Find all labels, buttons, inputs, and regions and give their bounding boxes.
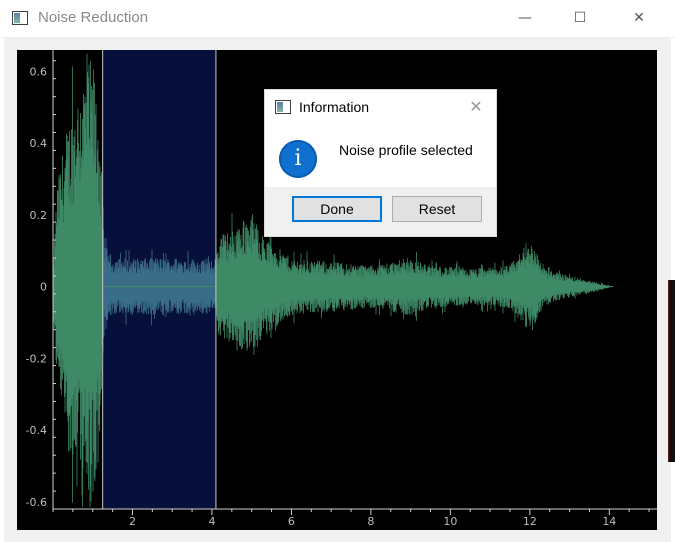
dialog-button-bar: Done Reset	[265, 187, 496, 236]
y-tick-label: -0.4	[26, 424, 47, 437]
dialog-close-icon[interactable]: ✕	[463, 96, 489, 118]
x-tick-label: 4	[208, 515, 215, 528]
y-tick-label: 0.4	[30, 137, 48, 150]
y-tick-label: 0.6	[30, 66, 48, 79]
dialog-message: Noise profile selected	[339, 142, 473, 158]
y-tick-label: -0.6	[26, 496, 47, 509]
dialog-app-icon	[275, 100, 291, 114]
x-tick-label: 8	[367, 515, 374, 528]
y-tick-label: 0	[40, 281, 47, 294]
dialog-title: Information	[299, 99, 370, 115]
information-icon: i	[279, 140, 317, 178]
reset-button[interactable]: Reset	[392, 196, 482, 222]
minimize-button[interactable]: —	[502, 0, 548, 36]
x-tick-label: 6	[288, 515, 295, 528]
close-button[interactable]: ✕	[616, 0, 662, 36]
y-tick-label: 0.2	[30, 209, 48, 222]
x-tick-label: 14	[602, 515, 616, 528]
done-button[interactable]: Done	[292, 196, 382, 222]
information-dialog[interactable]: Information ✕ i Noise profile selected D…	[264, 89, 497, 237]
window-title: Noise Reduction	[38, 9, 149, 26]
maximize-button[interactable]: ☐	[557, 0, 603, 36]
side-panel-edge	[668, 280, 675, 462]
dialog-title-bar[interactable]: Information ✕	[265, 90, 496, 124]
y-tick-label: -0.2	[26, 352, 47, 365]
x-tick-label: 10	[443, 515, 457, 528]
title-bar[interactable]: Noise Reduction — ☐ ✕	[0, 0, 675, 38]
app-icon	[12, 11, 28, 25]
x-tick-label: 2	[129, 515, 136, 528]
x-tick-label: 12	[523, 515, 537, 528]
